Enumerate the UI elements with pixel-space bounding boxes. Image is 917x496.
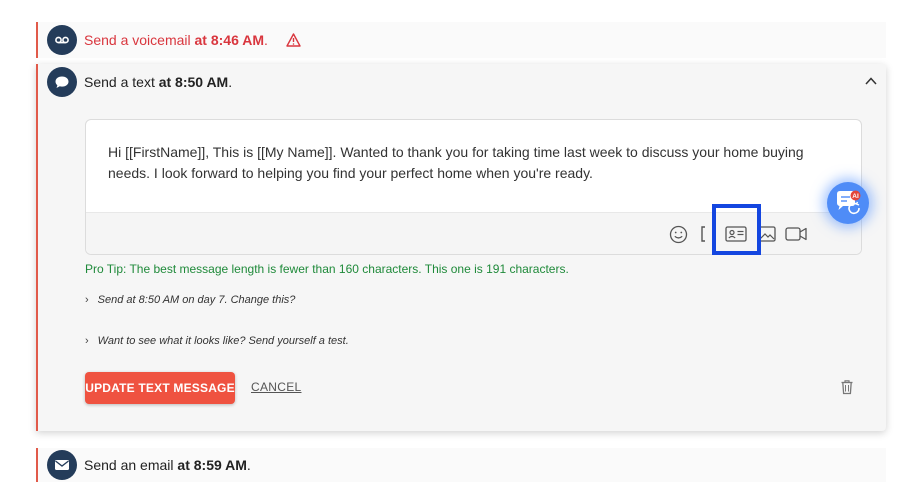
test-expander-label: Want to see what it looks like? Send you… [97, 335, 349, 347]
voicemail-step-label: Send a voicemail [84, 32, 191, 48]
trash-icon[interactable] [840, 379, 854, 395]
update-text-message-button[interactable]: UPDATE TEXT MESSAGE [85, 372, 235, 404]
ai-badge: AI [852, 193, 859, 200]
text-step-title: Send a text at 8:50 AM. [84, 74, 232, 90]
text-step-suffix: . [228, 74, 233, 90]
chevron-up-icon[interactable] [864, 74, 878, 88]
voicemail-step-title: Send a voicemail at 8:46 AM. [84, 32, 301, 50]
text-step-time: at 8:50 AM [158, 74, 229, 90]
email-step-suffix: . [246, 457, 251, 473]
video-icon[interactable] [785, 224, 807, 244]
chat-bubble-icon [47, 67, 77, 97]
schedule-expander-label: Send at 8:50 AM on day 7. Change this? [97, 294, 296, 306]
email-step-time: at 8:59 AM [177, 457, 247, 473]
email-step-label: Send an email [84, 457, 174, 473]
warning-icon [286, 33, 301, 50]
text-step: Send a text at 8:50 AM. Hi [[FirstName]]… [36, 64, 886, 431]
contact-card-highlight [712, 204, 761, 255]
email-step-title: Send an email at 8:59 AM. [84, 457, 251, 473]
email-step[interactable]: Send an email at 8:59 AM. [36, 448, 886, 482]
voicemail-step[interactable]: Send a voicemail at 8:46 AM. [36, 22, 886, 58]
ai-assistant-button[interactable]: AI [827, 182, 869, 224]
schedule-expander[interactable]: › Send at 8:50 AM on day 7. Change this? [85, 294, 295, 306]
emoji-icon[interactable] [667, 224, 689, 244]
chevron-right-icon: › [85, 294, 89, 306]
envelope-icon [47, 450, 77, 480]
voicemail-icon [47, 25, 77, 55]
message-toolbar [86, 204, 861, 255]
message-textarea[interactable]: Hi [[FirstName]], This is [[My Name]]. W… [108, 142, 838, 184]
message-editor[interactable]: Hi [[FirstName]], This is [[My Name]]. W… [85, 119, 862, 255]
voicemail-step-suffix: . [264, 32, 268, 48]
test-expander[interactable]: › Want to see what it looks like? Send yo… [85, 335, 349, 347]
pro-tip: Pro Tip: The best message length is fewe… [85, 262, 569, 276]
chevron-right-icon: › [85, 335, 89, 347]
cancel-button[interactable]: CANCEL [251, 380, 301, 394]
voicemail-step-time: at 8:46 AM [194, 32, 265, 48]
text-step-label: Send a text [84, 74, 155, 90]
